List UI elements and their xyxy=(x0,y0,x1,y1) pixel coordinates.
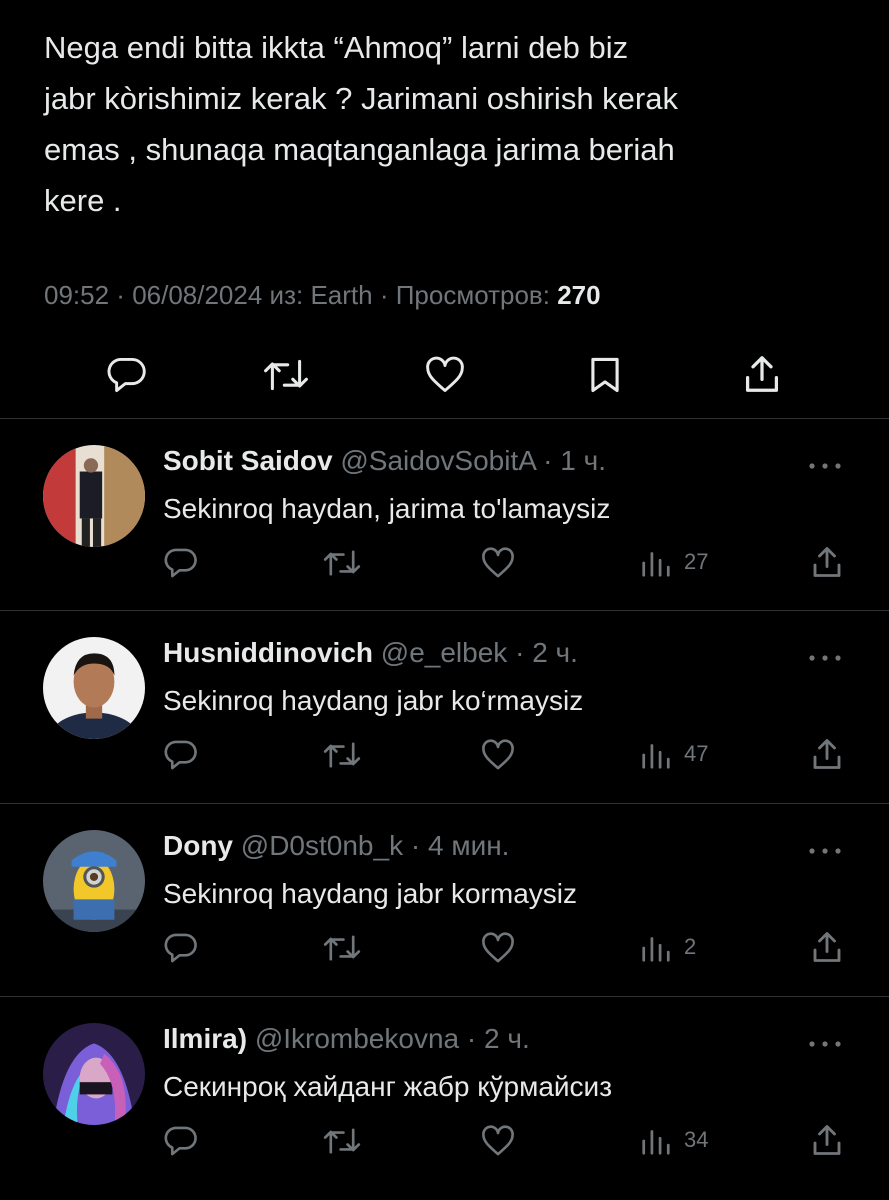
meta-separator: · xyxy=(372,280,396,310)
separator-dot: · xyxy=(459,1023,484,1054)
share-icon[interactable] xyxy=(812,737,842,771)
reply-actions: 2 xyxy=(0,930,889,970)
reply-item[interactable]: Dony @D0st0nb_k · 4 мин. Sekinroq haydan… xyxy=(0,804,889,996)
reply-icon[interactable] xyxy=(163,739,199,771)
reply-views-count: 34 xyxy=(684,1127,709,1152)
more-icon[interactable] xyxy=(807,846,843,856)
more-icon[interactable] xyxy=(807,461,843,471)
reply-item[interactable]: Ilmira) @Ikrombekovna · 2 ч. Секинроқ ха… xyxy=(0,997,889,1189)
separator-dot: · xyxy=(535,445,561,476)
reply-author-handle[interactable]: @D0st0nb_k xyxy=(241,830,403,861)
retweet-icon[interactable] xyxy=(322,1127,362,1155)
more-icon[interactable] xyxy=(807,1039,843,1049)
views-chart-icon[interactable] xyxy=(641,549,671,577)
views-label: Просмотров: xyxy=(395,280,558,310)
avatar[interactable] xyxy=(43,445,145,547)
reply-text: Sekinroq haydang jabr ko‘rmaysiz xyxy=(163,685,584,716)
reply-item[interactable]: Husniddinovich @e_elbek · 2 ч. Sekinroq … xyxy=(0,611,889,803)
reply-icon[interactable] xyxy=(163,547,199,579)
main-tweet: Nega endi bitta ikkta “Ahmoq” larni deb … xyxy=(0,0,889,418)
share-icon[interactable] xyxy=(812,545,842,579)
views-chart-icon[interactable] xyxy=(641,934,671,962)
tweet-date[interactable]: 06/08/2024 xyxy=(132,280,262,310)
reply-author-handle[interactable]: @e_elbek xyxy=(381,637,508,668)
heart-icon[interactable] xyxy=(480,547,516,579)
reply-icon[interactable] xyxy=(163,932,199,964)
reply-text: Sekinroq haydan, jarima to'lamaysiz xyxy=(163,493,611,524)
separator-dot: · xyxy=(507,637,533,668)
bookmark-icon[interactable] xyxy=(589,356,621,394)
reply-header: Dony @D0st0nb_k · 4 мин. xyxy=(163,830,509,862)
retweet-icon[interactable] xyxy=(322,934,362,962)
tweet-meta: 09:52 · 06/08/2024 из: Earth · Просмотро… xyxy=(44,280,601,311)
reply-author-name[interactable]: Sobit Saidov xyxy=(163,445,333,476)
meta-separator: · xyxy=(109,280,133,310)
reply-text: Sekinroq haydang jabr kormaysiz xyxy=(163,878,577,909)
reply-header: Ilmira) @Ikrombekovna · 2 ч. xyxy=(163,1023,530,1055)
reply-time[interactable]: 2 ч. xyxy=(532,637,578,668)
share-icon[interactable] xyxy=(812,930,842,964)
reply-views-count: 47 xyxy=(684,741,709,766)
tweet-text: Nega endi bitta ikkta “Ahmoq” larni deb … xyxy=(44,30,678,218)
tweet-source[interactable]: Earth xyxy=(310,280,372,310)
reply-time[interactable]: 4 мин. xyxy=(428,830,509,861)
more-icon[interactable] xyxy=(807,653,843,663)
reply-author-handle[interactable]: @Ikrombekovna xyxy=(255,1023,459,1054)
reply-views-count: 27 xyxy=(684,549,709,574)
avatar[interactable] xyxy=(43,637,145,739)
share-icon[interactable] xyxy=(812,1123,842,1157)
reply-header: Husniddinovich @e_elbek · 2 ч. xyxy=(163,637,578,669)
reply-actions: 34 xyxy=(0,1123,889,1163)
heart-icon[interactable] xyxy=(424,356,466,394)
reply-author-name[interactable]: Dony xyxy=(163,830,233,861)
avatar[interactable] xyxy=(43,1023,145,1125)
reply-icon[interactable] xyxy=(163,1125,199,1157)
source-prefix: из: xyxy=(262,280,311,310)
reply-views-count: 2 xyxy=(684,934,697,959)
heart-icon[interactable] xyxy=(480,739,516,771)
avatar[interactable] xyxy=(43,830,145,932)
reply-actions: 27 xyxy=(0,545,889,585)
reply-header: Sobit Saidov @SaidovSobitA · 1 ч. xyxy=(163,445,606,477)
reply-item[interactable]: Sobit Saidov @SaidovSobitA · 1 ч. Sekinr… xyxy=(0,419,889,611)
reply-time[interactable]: 1 ч. xyxy=(560,445,606,476)
reply-text: Секинроқ хайданг жабр кўрмайсиз xyxy=(163,1071,613,1102)
tweet-actions xyxy=(0,352,889,398)
reply-icon[interactable] xyxy=(106,356,148,394)
retweet-icon[interactable] xyxy=(322,741,362,769)
views-chart-icon[interactable] xyxy=(641,741,671,769)
reply-author-name[interactable]: Husniddinovich xyxy=(163,637,373,668)
heart-icon[interactable] xyxy=(480,1125,516,1157)
reply-author-handle[interactable]: @SaidovSobitA xyxy=(340,445,535,476)
reply-author-name[interactable]: Ilmira) xyxy=(163,1023,247,1054)
reply-actions: 47 xyxy=(0,737,889,777)
views-count[interactable]: 270 xyxy=(557,280,600,310)
heart-icon[interactable] xyxy=(480,932,516,964)
views-chart-icon[interactable] xyxy=(641,1127,671,1155)
reply-time[interactable]: 2 ч. xyxy=(484,1023,530,1054)
retweet-icon[interactable] xyxy=(262,358,310,392)
retweet-icon[interactable] xyxy=(322,549,362,577)
separator-dot: · xyxy=(403,830,428,861)
tweet-time[interactable]: 09:52 xyxy=(44,280,109,310)
share-icon[interactable] xyxy=(744,354,780,394)
